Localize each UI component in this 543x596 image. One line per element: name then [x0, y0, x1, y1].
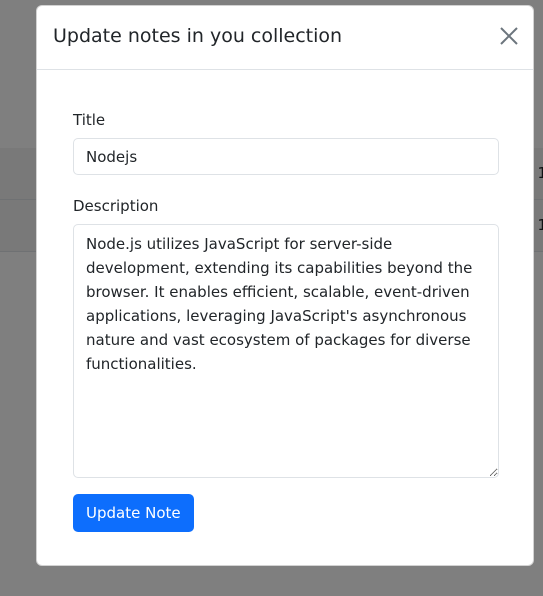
title-input[interactable]	[73, 138, 499, 175]
update-note-button[interactable]: Update Note	[73, 494, 194, 532]
title-label: Title	[73, 111, 106, 129]
modal-header: Update notes in you collection	[37, 6, 533, 70]
close-icon	[500, 27, 518, 45]
description-label: Description	[73, 197, 159, 215]
update-note-modal: Update notes in you collection Title Des…	[36, 5, 534, 566]
close-button[interactable]	[497, 24, 521, 48]
modal-title: Update notes in you collection	[53, 25, 343, 47]
description-textarea[interactable]: Node.js utilizes JavaScript for server-s…	[73, 224, 499, 478]
